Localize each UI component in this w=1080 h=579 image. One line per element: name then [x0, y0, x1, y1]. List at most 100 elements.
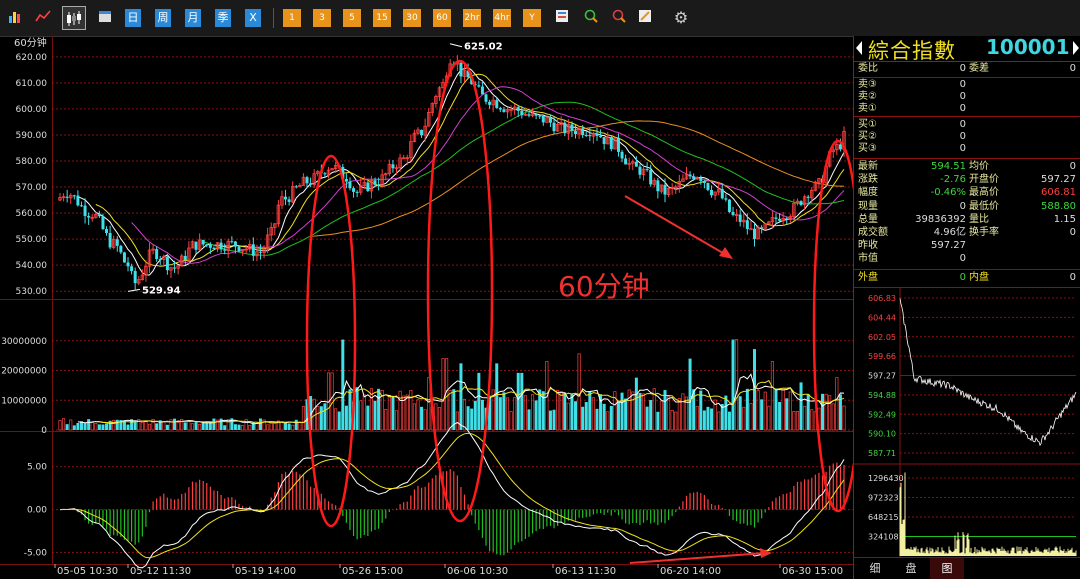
divider [854, 158, 1080, 159]
year-button[interactable]: Y [523, 9, 541, 27]
kline-chart[interactable]: 60分钟 620.00 610.00 600.00 590.00 580.00 570.00… [0, 36, 853, 579]
divider [854, 116, 1080, 117]
volume-bar-up [756, 390, 760, 431]
zoom-in-icon[interactable] [582, 9, 600, 27]
quote-value: 0 [959, 200, 966, 212]
candle-down [201, 240, 205, 245]
week-button[interactable]: 周 [155, 9, 171, 27]
volume-bar-down [595, 408, 599, 430]
period-30-button[interactable]: 30 [403, 9, 421, 27]
day-button[interactable]: 日 [125, 9, 141, 27]
volume-bar-up [298, 421, 302, 431]
volume-bar-up [556, 389, 560, 431]
candle-down [534, 113, 538, 116]
mini-price-tick: 594.88 [868, 391, 896, 400]
volume-bar-up [577, 353, 581, 431]
volume-bar-down [366, 405, 370, 430]
prev-arrow-icon[interactable] [856, 41, 862, 55]
candle-down [165, 256, 169, 271]
low-price-label: 529.94 [142, 285, 181, 296]
candle-down [584, 135, 588, 137]
candle-down [541, 115, 545, 123]
volume-bar-down [341, 339, 345, 430]
wc-label: 委差 [969, 63, 989, 74]
draw-tool-icon[interactable] [636, 9, 654, 27]
quote-panel: 綜合指數 100001 委比 0 委差 0 外盘 0 内盘 0 606.83 60… [853, 35, 1080, 579]
volume-bar-down [323, 403, 327, 430]
period-3-button[interactable]: 3 [313, 9, 331, 27]
zoom-out-icon[interactable] [610, 9, 628, 27]
candle-down [205, 244, 209, 246]
volume-bar-down [495, 363, 499, 430]
candlestick-icon[interactable] [62, 6, 86, 30]
mini-price-tick: 604.44 [868, 313, 896, 322]
volume-tick: 20000000 [1, 367, 47, 377]
mini-tab-0[interactable]: 细 [858, 558, 892, 579]
toolbar: ⚙ 日周月季 X 1 3 5 15 30 60 2hr 4hr Y [0, 0, 1080, 37]
candle-down [130, 266, 134, 272]
gear-icon[interactable]: ⚙ [672, 9, 690, 27]
volume-bar-down [552, 409, 556, 430]
mini-price-line [899, 298, 1077, 447]
quote-label: 换手率 [969, 227, 999, 238]
volume-bar-up [831, 403, 835, 431]
highlight-ellipse [812, 139, 853, 513]
period-4hr-button[interactable]: 4hr [493, 9, 511, 27]
volume-bar-down [470, 408, 474, 430]
candle-down [223, 249, 227, 251]
quote-value: 0 [1069, 161, 1076, 172]
volume-bar-down [76, 422, 80, 430]
volume-bar-down [731, 339, 735, 430]
candle-down [645, 169, 649, 171]
bar-chart-icon[interactable] [6, 9, 24, 27]
candle-down [502, 109, 506, 112]
settings-panel-icon[interactable] [553, 9, 571, 27]
calendar-icon[interactable] [96, 9, 114, 27]
side-header: 綜合指數 100001 [854, 35, 1080, 63]
candle-down [323, 173, 327, 175]
candle-down [97, 214, 101, 217]
period-1-button[interactable]: 1 [283, 9, 301, 27]
month-button[interactable]: 月 [185, 9, 201, 27]
annotations: 625.02 529.94 60分钟 [127, 42, 853, 564]
custom-period-button[interactable]: X [245, 9, 261, 27]
candle-down [183, 255, 187, 261]
volume-bar-down [520, 372, 524, 430]
quote-value: -0.46% [930, 187, 966, 199]
volume-bar-up [301, 406, 305, 431]
intraday-mini-chart[interactable]: 606.83 604.44 602.05 599.66 597.27 594.88 592.… [854, 288, 1080, 558]
period-2hr-button[interactable]: 2hr [463, 9, 481, 27]
macd-tick: -5.00 [24, 548, 48, 558]
volume-bar-up [359, 400, 363, 431]
volume-bar-up [162, 421, 166, 431]
volume-bar-up [462, 398, 467, 431]
quote-label: 现量 [858, 200, 878, 212]
candle-down [634, 161, 638, 167]
candle-down [284, 196, 288, 200]
quote-value: 0 [959, 253, 966, 265]
volume-bar-down [133, 421, 137, 430]
index-code: 100001 [986, 35, 1070, 59]
toolbar-divider [273, 8, 274, 28]
mini-tab-1[interactable]: 盘 [894, 558, 928, 579]
volume-bar-down [205, 422, 209, 430]
volume-bar-up [767, 405, 771, 431]
period-15-button[interactable]: 15 [373, 9, 391, 27]
macd-dea-line [59, 432, 845, 559]
volume-bar-down [724, 395, 728, 430]
mini-tab-2[interactable]: 图 [930, 558, 964, 579]
volume-bar-down [101, 424, 105, 430]
line-chart-icon[interactable] [34, 9, 52, 27]
period-60-button[interactable]: 60 [433, 9, 451, 27]
candle-down [212, 247, 216, 250]
quote-label: 幅度 [858, 187, 878, 199]
volume-bar-up [112, 419, 116, 431]
next-arrow-icon[interactable] [1073, 41, 1079, 55]
period-5-button[interactable]: 5 [343, 9, 361, 27]
volume-tick: 10000000 [1, 396, 47, 406]
quarter-button[interactable]: 季 [215, 9, 231, 27]
candle-down [309, 183, 313, 185]
mini-price-tick: 587.71 [868, 449, 896, 458]
quote-label: 最新 [858, 161, 878, 172]
high-pointer [449, 43, 463, 48]
